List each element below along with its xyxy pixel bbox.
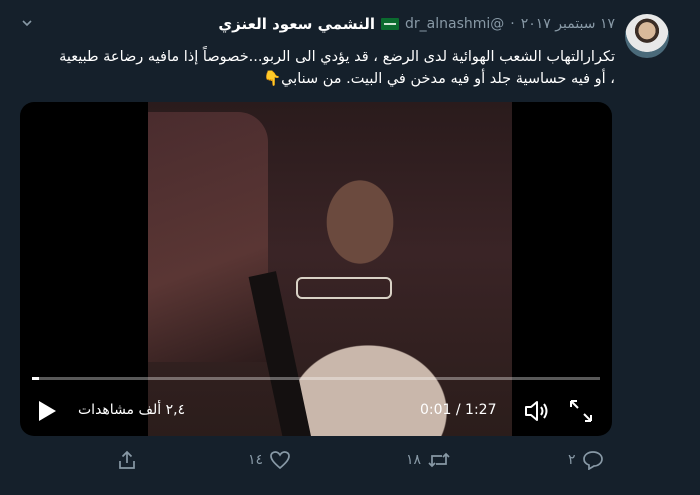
tweet-date[interactable]: ١٧ سبتمبر ٢٠١٧ bbox=[521, 16, 615, 32]
share-icon bbox=[119, 450, 135, 469]
tweet-header: النشمي سعود العنزي @dr_alnashmi · ١٧ سبت… bbox=[218, 12, 615, 36]
saudi-flag-icon bbox=[381, 18, 400, 30]
retweet-count: ١٨ bbox=[406, 452, 422, 468]
chevron-down-icon[interactable] bbox=[22, 18, 32, 28]
tweet-actions: ٢ ١٨ ١٤ bbox=[0, 448, 700, 480]
car-window bbox=[148, 112, 268, 362]
retweet-icon bbox=[428, 452, 450, 468]
user-handle[interactable]: @dr_alnashmi bbox=[405, 16, 504, 32]
view-count: ٢,٤ ألف مشاهدات bbox=[78, 402, 186, 418]
reply-count: ٢ bbox=[568, 452, 576, 468]
video-frame[interactable] bbox=[148, 102, 512, 436]
fullscreen-icon bbox=[570, 400, 592, 422]
progress-bar[interactable] bbox=[32, 377, 600, 380]
progress-fill bbox=[32, 377, 39, 380]
display-name[interactable]: النشمي سعود العنزي bbox=[218, 15, 375, 33]
fullscreen-button[interactable] bbox=[568, 398, 594, 424]
video-time: 0:01 / 1:27 bbox=[420, 402, 497, 418]
video-player[interactable]: ٢,٤ ألف مشاهدات 0:01 / 1:27 bbox=[20, 102, 612, 436]
tweet-text: تكرارالتهاب الشعب الهوائية لدى الرضع ، ق… bbox=[59, 49, 615, 87]
glasses bbox=[296, 277, 392, 299]
volume-button[interactable] bbox=[523, 398, 551, 424]
share-button[interactable] bbox=[117, 450, 137, 470]
heart-icon bbox=[270, 451, 290, 470]
avatar[interactable] bbox=[625, 14, 669, 58]
tweet[interactable]: النشمي سعود العنزي @dr_alnashmi · ١٧ سبت… bbox=[0, 0, 700, 495]
separator: · bbox=[510, 16, 515, 32]
reply-icon bbox=[582, 451, 603, 470]
retweet-button[interactable]: ١٨ bbox=[406, 450, 451, 470]
like-count: ١٤ bbox=[248, 452, 264, 468]
play-icon bbox=[39, 401, 56, 421]
volume-icon bbox=[525, 401, 548, 421]
play-button[interactable] bbox=[36, 399, 58, 423]
like-button[interactable]: ١٤ bbox=[248, 450, 291, 470]
reply-button[interactable]: ٢ bbox=[568, 450, 604, 470]
